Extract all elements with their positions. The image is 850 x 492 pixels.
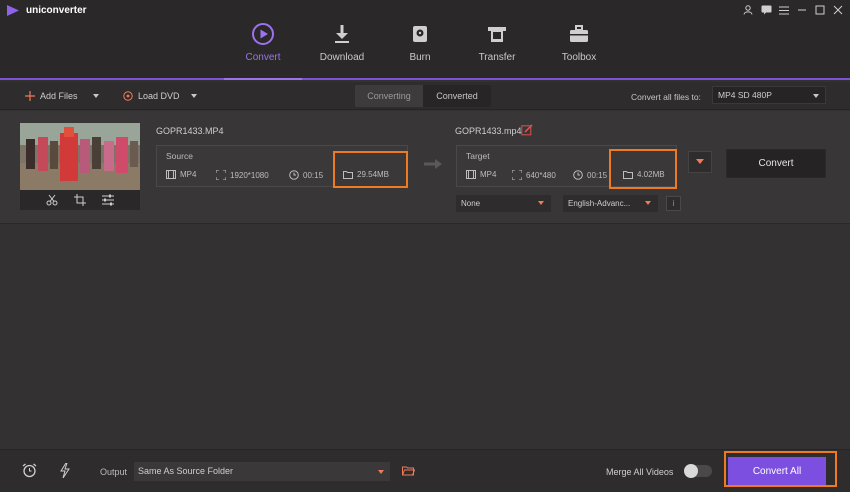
burn-icon [387, 20, 453, 48]
film-icon [166, 170, 176, 179]
open-folder-icon[interactable] [402, 466, 415, 476]
add-files-caret-icon[interactable] [92, 94, 99, 98]
tab-toolbox[interactable]: Toolbox [546, 20, 612, 78]
source-file-name: GOPR1433.MP4 [156, 126, 224, 136]
video-thumbnail[interactable] [20, 123, 140, 190]
tab-burn-label: Burn [409, 52, 431, 63]
subtitle-select[interactable]: None [456, 195, 551, 212]
add-files-button[interactable]: Add Files [25, 91, 99, 101]
lightning-icon[interactable] [60, 463, 70, 478]
minimize-icon[interactable] [796, 3, 808, 17]
view-segment: Converting Converted [355, 85, 491, 107]
tab-transfer-label: Transfer [478, 52, 516, 63]
load-dvd-button[interactable]: Load DVD [123, 91, 197, 101]
tab-convert-label: Convert [245, 52, 281, 63]
trim-scissors-icon[interactable] [46, 194, 58, 206]
transfer-icon [464, 20, 530, 48]
account-icon[interactable] [742, 3, 754, 17]
maximize-icon[interactable] [814, 3, 826, 17]
add-files-label: Add Files [40, 91, 78, 101]
merge-label: Merge All Videos [606, 467, 674, 477]
resolution-icon [512, 170, 522, 180]
window-controls [742, 3, 844, 17]
chevron-down-icon [645, 201, 651, 205]
plus-icon [25, 91, 35, 101]
info-button[interactable]: i [666, 196, 681, 211]
output-folder-select[interactable]: Same As Source Folder [134, 462, 390, 481]
tab-transfer[interactable]: Transfer [464, 20, 530, 78]
subtitle-value: None [461, 199, 481, 208]
audio-track-value: English-Advanc... [568, 199, 631, 208]
source-resolution: 1920*1080 [216, 170, 269, 180]
tab-burn[interactable]: Burn [387, 20, 453, 78]
load-dvd-caret-icon[interactable] [190, 94, 197, 98]
tab-toolbox-label: Toolbox [561, 52, 597, 63]
source-label: Source [166, 151, 193, 161]
source-duration: 00:15 [289, 170, 323, 180]
output-format-value: MP4 SD 480P [718, 90, 772, 100]
thumbnail-tools [20, 190, 140, 210]
close-icon[interactable] [832, 3, 844, 17]
download-icon [309, 20, 375, 48]
disc-icon [123, 91, 133, 101]
chevron-down-icon [813, 94, 819, 98]
chevron-down-icon [696, 159, 704, 164]
clock-icon [289, 170, 299, 180]
edit-icon[interactable] [521, 124, 533, 136]
effects-sliders-icon[interactable] [102, 194, 114, 206]
toolbox-icon [546, 20, 612, 48]
clock-icon [573, 170, 583, 180]
convert-all-highlight [724, 451, 837, 487]
output-folder-value: Same As Source Folder [138, 466, 234, 476]
menu-icon[interactable] [778, 3, 790, 17]
tab-converting[interactable]: Converting [355, 85, 423, 107]
target-size-highlight [609, 149, 677, 189]
load-dvd-label: Load DVD [138, 91, 180, 101]
tab-converted[interactable]: Converted [423, 85, 491, 107]
convert-all-to-label: Convert all files to: [631, 92, 701, 102]
output-label: Output [100, 467, 128, 477]
tab-download-label: Download [319, 52, 365, 63]
target-settings-dropdown[interactable] [688, 151, 712, 173]
target-label: Target [466, 151, 490, 161]
tab-convert[interactable]: Convert [224, 20, 302, 80]
chevron-down-icon [538, 201, 544, 205]
target-duration: 00:15 [573, 170, 607, 180]
source-size-highlight [333, 151, 408, 188]
audio-track-select[interactable]: English-Advanc... [563, 195, 658, 212]
crop-icon[interactable] [74, 194, 86, 206]
target-format: MP4 [466, 170, 496, 179]
message-icon[interactable] [760, 3, 772, 17]
source-format: MP4 [166, 170, 196, 179]
app-logo-icon [7, 5, 19, 16]
top-navigation: uniconverter Convert Download Burn Trans… [0, 0, 850, 80]
target-resolution: 640*480 [512, 170, 556, 180]
bottom-bar [0, 449, 850, 492]
merge-toggle[interactable] [684, 464, 712, 478]
convert-icon [230, 20, 296, 48]
resolution-icon [216, 170, 226, 180]
tab-download[interactable]: Download [309, 20, 375, 78]
output-format-select[interactable]: MP4 SD 480P [712, 86, 826, 104]
convert-button[interactable]: Convert [726, 149, 826, 178]
toggle-knob [684, 464, 698, 478]
target-file-name: GOPR1433.mp4 [455, 126, 522, 136]
arrow-right-icon [424, 159, 442, 169]
alarm-clock-icon[interactable] [22, 463, 37, 478]
chevron-down-icon [378, 470, 384, 474]
app-name: uniconverter [26, 5, 87, 16]
film-icon [466, 170, 476, 179]
